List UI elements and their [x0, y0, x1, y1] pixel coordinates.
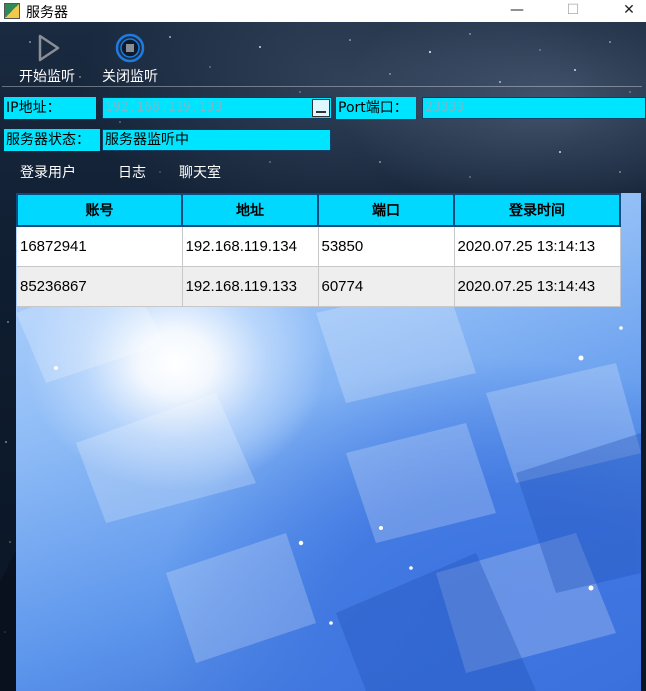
tab-chat-room[interactable]: 聊天室	[179, 162, 221, 182]
title-bar: 服务器 — ☐ ✕	[0, 0, 646, 22]
ip-dropdown-button[interactable]	[312, 99, 330, 117]
app-icon	[4, 3, 20, 19]
close-button[interactable]: ✕	[606, 0, 646, 22]
column-header-login-time[interactable]: 登录时间	[453, 193, 621, 227]
server-status-label: 服务器状态：	[4, 129, 100, 151]
ip-field-value: 192.168.119.133	[105, 100, 223, 115]
cell-port: 53850	[318, 226, 455, 267]
table-row[interactable]: 85236867 192.168.119.133 60774 2020.07.2…	[17, 266, 621, 307]
cell-port: 60774	[318, 266, 455, 307]
window-title: 服务器	[26, 5, 68, 21]
port-label: Port端口：	[336, 97, 416, 119]
logged-in-users-table: 账号 地址 端口 登录时间 16872941 192.168.119.134 5…	[16, 193, 621, 307]
start-listen-label: 开始监听	[19, 69, 75, 85]
server-status-field: 服务器监听中	[102, 129, 331, 151]
toolbar-divider	[2, 86, 642, 87]
ip-label: IP地址：	[4, 97, 96, 119]
cell-address: 192.168.119.133	[182, 266, 319, 307]
tab-logged-in-users[interactable]: 登录用户	[20, 162, 76, 182]
column-header-port[interactable]: 端口	[317, 193, 455, 227]
cell-account: 85236867	[17, 266, 183, 307]
maximize-button[interactable]: ☐	[550, 0, 596, 22]
table-row[interactable]: 16872941 192.168.119.134 53850 2020.07.2…	[17, 226, 621, 267]
port-field-value: 23333	[425, 100, 465, 115]
cell-account: 16872941	[17, 226, 183, 267]
cell-address: 192.168.119.134	[182, 226, 319, 267]
stop-circle-icon	[115, 33, 145, 63]
start-listen-button[interactable]: 开始监听	[12, 32, 82, 85]
cell-login-time: 2020.07.25 13:14:43	[454, 266, 621, 307]
port-field[interactable]: 23333	[422, 97, 646, 119]
table-header-row: 账号 地址 端口 登录时间	[16, 193, 621, 227]
server-status-value: 服务器监听中	[105, 132, 189, 148]
users-table-panel: 账号 地址 端口 登录时间 16872941 192.168.119.134 5…	[16, 193, 641, 691]
main-area: 开始监听 关闭监听 IP地址： 192.168.119.133 Port端口： …	[0, 22, 646, 691]
play-icon	[38, 34, 60, 62]
stop-listen-label: 关闭监听	[102, 69, 158, 85]
column-header-account[interactable]: 账号	[16, 193, 183, 227]
cell-login-time: 2020.07.25 13:14:13	[454, 226, 621, 267]
tab-log[interactable]: 日志	[118, 162, 146, 182]
minimize-button[interactable]: —	[494, 0, 540, 22]
ip-field[interactable]: 192.168.119.133	[102, 97, 332, 119]
column-header-address[interactable]: 地址	[181, 193, 319, 227]
stop-listen-button[interactable]: 关闭监听	[95, 32, 165, 85]
